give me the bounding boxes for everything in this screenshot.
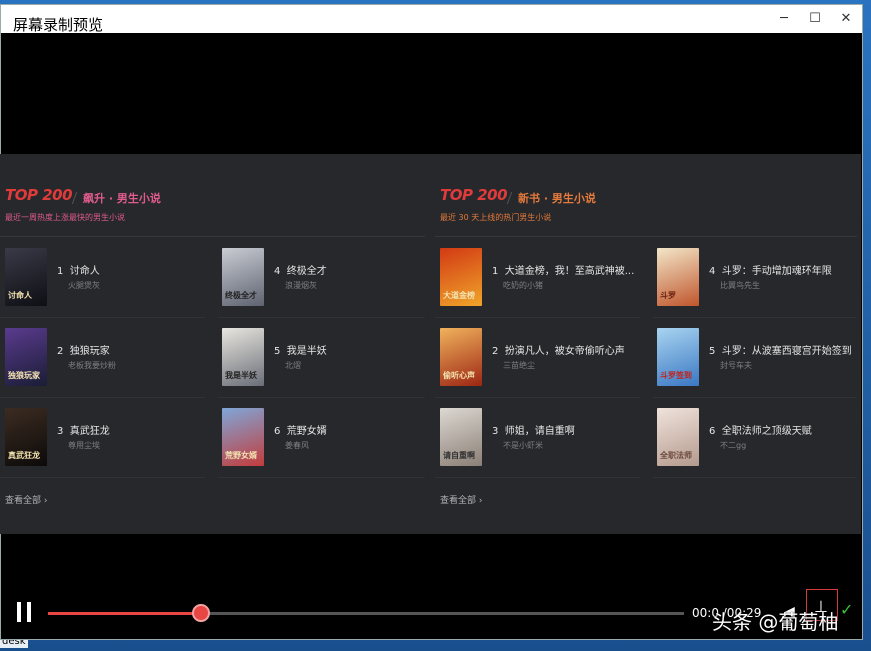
book-item[interactable]: 大道金榜 1 大道金榜，我！至高武神被... 吃奶的小猪 (440, 248, 650, 308)
left-ranking-panel: TOP 200 飙升 · 男生小说 最近一周热度上涨最快的男生小说 讨命人 1 … (0, 154, 430, 534)
book-item[interactable]: 荒野女婿 6 荒野女婿 姜春风 (222, 408, 432, 468)
book-cover: 偷听心声 (440, 328, 482, 386)
logo-separator (506, 192, 513, 204)
pause-icon[interactable] (16, 602, 34, 622)
progress-played (48, 612, 201, 615)
book-author: 北熠 (285, 361, 301, 370)
logo-separator (71, 192, 78, 204)
row-divider (653, 477, 857, 478)
book-title: 3 师姐，请自重啊 (492, 426, 575, 437)
book-title: 4 终极全才 (274, 266, 327, 277)
book-item[interactable]: 终极全才 4 终极全才 浪漫烟灰 (222, 248, 432, 308)
recorded-content: TOP 200 飙升 · 男生小说 最近一周热度上涨最快的男生小说 讨命人 1 … (0, 154, 861, 534)
category-subtitle: 最近一周热度上涨最快的男生小说 (5, 213, 125, 222)
book-item[interactable]: 讨命人 1 讨命人 火腿煲灰 (5, 248, 215, 308)
book-author: 不二gg (720, 441, 747, 450)
book-author: 尊用尘埃 (68, 441, 100, 450)
header-divider (0, 236, 425, 237)
category-title: 飙升 · 男生小说 (83, 192, 161, 205)
book-title: 6 荒野女婿 (274, 426, 327, 437)
book-title: 4 斗罗：手动增加魂环年限 (709, 266, 832, 277)
book-title: 6 全职法师之顶级天赋 (709, 426, 812, 437)
book-cover: 大道金榜 (440, 248, 482, 306)
book-title: 2 扮演凡人，被女帝偷听心声 (492, 346, 625, 357)
row-divider (0, 317, 205, 318)
book-title: 1 大道金榜，我！至高武神被... (492, 266, 635, 277)
book-title: 5 斗罗：从波塞西寝宫开始签到 (709, 346, 852, 357)
book-title: 2 独狼玩家 (57, 346, 110, 357)
maximize-button[interactable]: ☐ (804, 9, 826, 29)
book-item[interactable]: 我是半妖 5 我是半妖 北熠 (222, 328, 432, 388)
header-divider (435, 236, 857, 237)
book-cover: 独狼玩家 (5, 328, 47, 386)
close-button[interactable]: ✕ (835, 9, 857, 29)
book-item[interactable]: 全职法师 6 全职法师之顶级天赋 不二gg (657, 408, 867, 468)
row-divider (653, 317, 857, 318)
row-divider (218, 477, 425, 478)
row-divider (0, 477, 205, 478)
book-cover: 全职法师 (657, 408, 699, 466)
row-divider (218, 317, 425, 318)
book-author: 老板我要炒粉 (68, 361, 116, 370)
book-cover: 斗罗签到 (657, 328, 699, 386)
row-divider (0, 397, 205, 398)
row-divider (218, 397, 425, 398)
book-item[interactable]: 独狼玩家 2 独狼玩家 老板我要炒粉 (5, 328, 215, 388)
book-author: 封号车夫 (720, 361, 752, 370)
book-item[interactable]: 请自重啊 3 师姐，请自重啊 不是小虾米 (440, 408, 650, 468)
right-ranking-panel: TOP 200 新书 · 男生小说 最近 30 天上线的热门男生小说 大道金榜 … (435, 154, 865, 534)
book-author: 不是小虾米 (503, 441, 543, 450)
book-item[interactable]: 斗罗签到 5 斗罗：从波塞西寝宫开始签到 封号车夫 (657, 328, 867, 388)
book-title: 1 讨命人 (57, 266, 100, 277)
confirm-icon[interactable]: ✓ (840, 600, 853, 619)
book-author: 比翼鸟先生 (720, 281, 760, 290)
book-cover: 荒野女婿 (222, 408, 264, 466)
book-item[interactable]: 偷听心声 2 扮演凡人，被女帝偷听心声 三苗绝尘 (440, 328, 650, 388)
watermark: 头条 @葡萄柚 (712, 610, 839, 634)
row-divider (435, 397, 640, 398)
row-divider (435, 477, 640, 478)
book-cover: 真武狂龙 (5, 408, 47, 466)
progress-handle[interactable] (192, 604, 210, 622)
top200-logo: TOP 200 (5, 186, 73, 204)
book-author: 姜春风 (285, 441, 309, 450)
window-title: 屏幕录制预览 (13, 16, 104, 34)
row-divider (435, 317, 640, 318)
category-title: 新书 · 男生小说 (518, 192, 596, 205)
top200-logo: TOP 200 (440, 186, 508, 204)
view-all-link[interactable]: 查看全部 › (5, 493, 47, 506)
book-cover: 请自重啊 (440, 408, 482, 466)
row-divider (653, 397, 857, 398)
minimize-button[interactable]: ─ (773, 9, 795, 29)
book-item[interactable]: 斗罗 4 斗罗：手动增加魂环年限 比翼鸟先生 (657, 248, 867, 308)
book-author: 吃奶的小猪 (503, 281, 543, 290)
category-subtitle: 最近 30 天上线的热门男生小说 (440, 213, 552, 222)
book-item[interactable]: 真武狂龙 3 真武狂龙 尊用尘埃 (5, 408, 215, 468)
book-title: 5 我是半妖 (274, 346, 327, 357)
book-cover: 讨命人 (5, 248, 47, 306)
book-cover: 我是半妖 (222, 328, 264, 386)
book-author: 三苗绝尘 (503, 361, 535, 370)
book-cover: 斗罗 (657, 248, 699, 306)
book-cover: 终极全才 (222, 248, 264, 306)
view-all-link[interactable]: 查看全部 › (440, 493, 482, 506)
book-author: 火腿煲灰 (68, 281, 100, 290)
book-title: 3 真武狂龙 (57, 426, 110, 437)
title-bar[interactable]: 屏幕录制预览 ─ ☐ ✕ (1, 5, 862, 34)
book-author: 浪漫烟灰 (285, 281, 317, 290)
